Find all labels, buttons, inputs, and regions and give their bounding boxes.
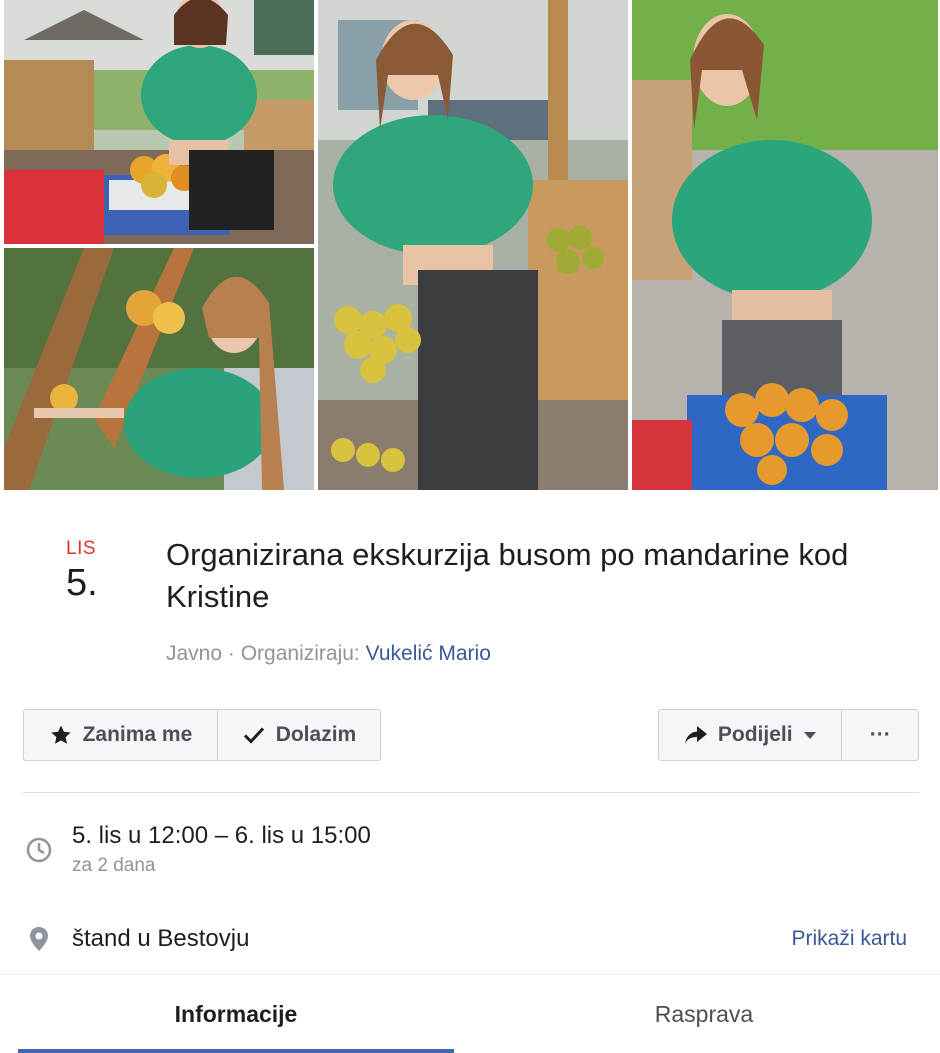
clock-icon — [26, 837, 52, 863]
cover-photo-tile — [632, 0, 938, 490]
organizer-link[interactable]: Vukelić Mario — [366, 642, 491, 665]
tab-information[interactable]: Informacije — [18, 975, 454, 1053]
location-pin-icon — [30, 927, 48, 951]
going-button[interactable]: Dolazim — [216, 710, 380, 760]
section-divider — [23, 792, 919, 793]
share-label: Podijeli — [717, 723, 793, 746]
event-time-range: 5. lis u 12:00 – 6. lis u 15:00 — [72, 822, 371, 849]
event-date-month: LIS — [66, 538, 97, 559]
event-time-relative: za 2 dana — [72, 855, 156, 876]
more-options-button[interactable]: ··· — [841, 710, 918, 760]
star-icon — [50, 725, 71, 744]
going-label: Dolazim — [275, 723, 357, 746]
cover-photo-tile — [4, 0, 314, 244]
interested-button[interactable]: Zanima me — [24, 710, 217, 760]
meta-separator: · — [227, 642, 241, 665]
event-date-day: 5. — [66, 562, 98, 604]
event-privacy: Javno — [166, 642, 223, 665]
cover-photo-tile — [4, 248, 314, 490]
cover-photo[interactable] — [0, 0, 940, 492]
event-meta: Javno · Organiziraju: Vukelić Mario — [166, 642, 491, 666]
rsvp-button-group: Zanima me Dolazim — [23, 709, 381, 761]
show-map-link[interactable]: Prikaži kartu — [791, 927, 907, 951]
interested-label: Zanima me — [82, 723, 193, 746]
cover-photo-tile — [318, 0, 628, 490]
share-arrow-icon — [684, 726, 707, 744]
event-date-box: LIS 5. — [66, 538, 126, 605]
event-title: Organizirana ekskurzija busom po mandari… — [166, 537, 849, 614]
caret-down-icon — [803, 732, 816, 739]
more-options-icon: ··· — [869, 723, 891, 746]
share-button-group: Podijeli ··· — [658, 709, 919, 761]
share-button[interactable]: Podijeli — [659, 710, 841, 760]
organizer-prefix: Organiziraju: — [240, 642, 360, 665]
tab-discussion[interactable]: Rasprava — [474, 975, 934, 1053]
event-location[interactable]: štand u Bestovju — [72, 925, 249, 953]
checkmark-icon — [243, 727, 264, 744]
